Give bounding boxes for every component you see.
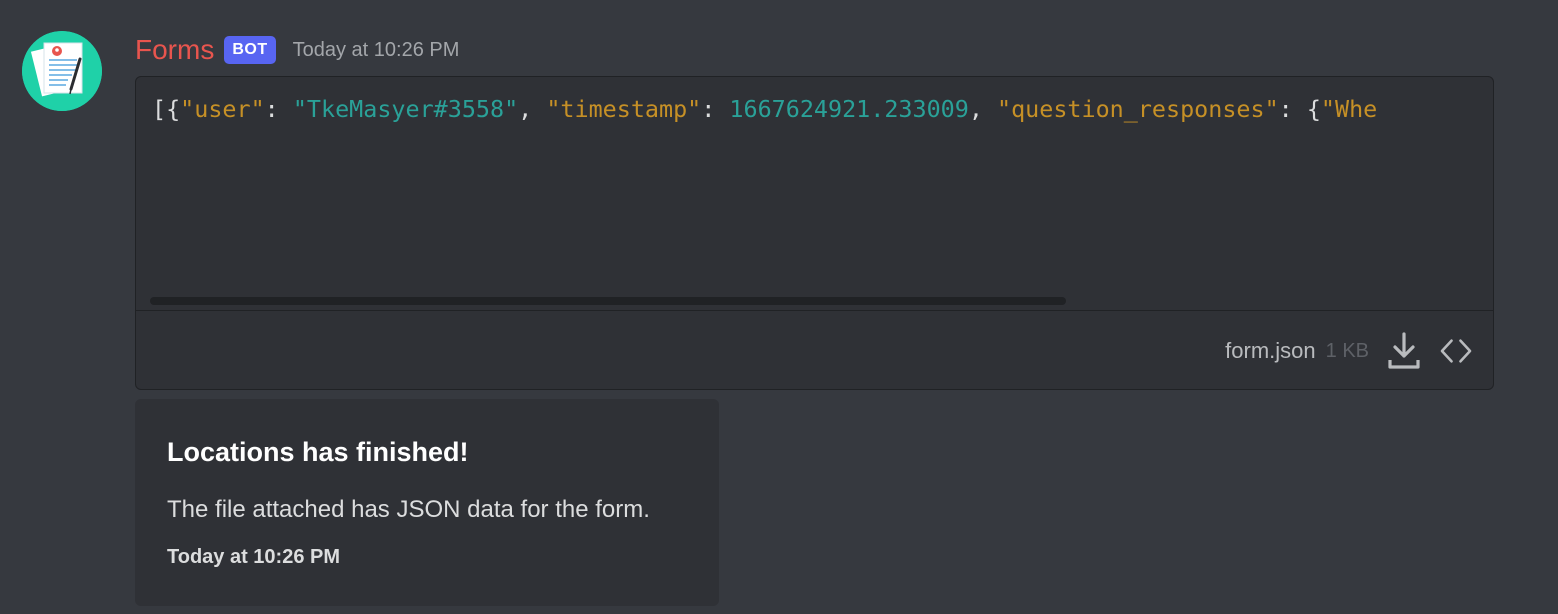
message-timestamp[interactable]: Today at 10:26 PM [293,30,460,70]
code-token-punct: : { [1278,95,1321,123]
forms-document-icon [22,31,102,111]
code-token-punct: , [518,95,547,123]
code-token-key: "user" [180,95,265,123]
file-attachment: [{"user": "TkeMasyer#3558", "timestamp":… [135,76,1494,390]
file-name-link[interactable]: form.json [1225,338,1315,364]
code-token-num: 1667624921.233009 [729,95,969,123]
code-preview[interactable]: [{"user": "TkeMasyer#3558", "timestamp":… [136,77,1493,311]
horizontal-scrollbar[interactable] [150,297,1066,305]
expand-code-icon[interactable] [1439,331,1473,371]
bot-badge: BOT [224,36,276,64]
download-icon[interactable] [1387,331,1421,371]
code-preview-line: [{"user": "TkeMasyer#3558", "timestamp":… [152,93,1377,125]
code-token-punct: : [264,95,293,123]
code-token-key: "Whe [1320,95,1378,123]
chat-message: Forms BOT Today at 10:26 PM [{"user": "T… [0,0,1558,614]
message-header: Forms BOT Today at 10:26 PM [135,30,459,70]
embed-card: Locations has finished! The file attache… [135,399,719,606]
embed-footer-timestamp: Today at 10:26 PM [167,546,341,568]
file-footer: form.json 1 KB [1225,329,1473,373]
code-token-punct: , [968,95,997,123]
code-token-punct: [{ [152,95,181,123]
code-token-punct: : [701,95,730,123]
embed-description: The file attached has JSON data for the … [167,496,650,523]
code-token-key: "timestamp" [546,95,702,123]
file-size: 1 KB [1325,339,1369,362]
avatar[interactable] [22,31,102,111]
divider [136,310,1493,311]
code-token-str: "TkeMasyer#3558" [292,95,519,123]
code-token-key: "question_responses" [997,95,1279,123]
embed-title: Locations has finished! [167,437,469,467]
username[interactable]: Forms [135,30,214,70]
